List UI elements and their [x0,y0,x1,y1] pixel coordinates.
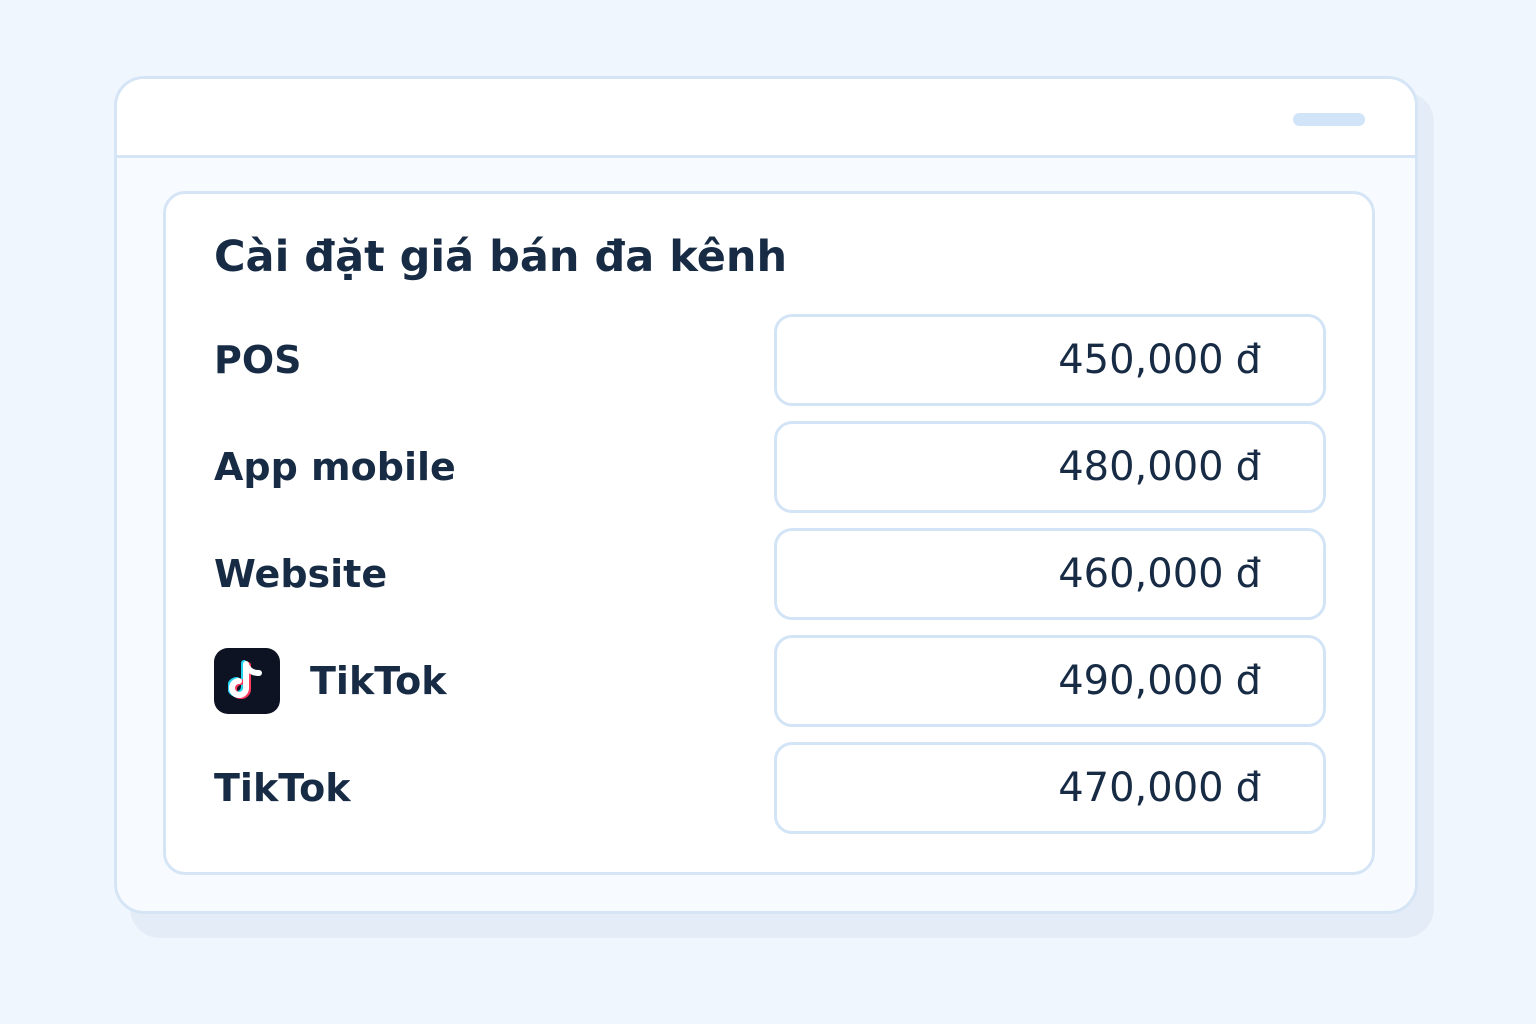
price-value: 460,000 [1058,551,1224,597]
price-input-pos[interactable]: 450,000 đ [774,314,1326,406]
currency-symbol: đ [1235,551,1261,597]
channel-row-pos: POS 450,000 đ [166,314,1372,406]
channel-row-website: Website 460,000 đ [166,528,1372,620]
currency-symbol: đ [1235,444,1261,490]
channel-label-tiktok-with-icon: TikTok [214,635,446,727]
channel-label-website: Website [214,552,388,596]
window-titlebar [117,79,1415,158]
price-input-app-mobile[interactable]: 480,000 đ [774,421,1326,513]
window-control-bar[interactable] [1293,113,1365,126]
price-value: 470,000 [1058,765,1224,811]
channel-label-tiktok: TikTok [310,659,447,703]
channel-price-list: POS 450,000 đ App mobile 480,000 đ Website… [166,314,1372,849]
channel-label-app-mobile: App mobile [214,445,456,489]
price-value: 490,000 [1058,658,1224,704]
currency-symbol: đ [1235,765,1261,811]
channel-row-tiktok-with-icon: TikTok 490,000 đ [166,635,1372,727]
app-window: Cài đặt giá bán đa kênh POS 450,000 đ App… [114,76,1418,914]
price-input-tiktok[interactable]: 470,000 đ [774,742,1326,834]
channel-row-tiktok: TikTok 470,000 đ [166,742,1372,834]
multichannel-price-card: Cài đặt giá bán đa kênh POS 450,000 đ App… [163,191,1375,875]
channel-row-app-mobile: App mobile 480,000 đ [166,421,1372,513]
currency-symbol: đ [1235,658,1261,704]
channel-label-tiktok: TikTok [214,766,351,810]
channel-label-pos: POS [214,338,302,382]
price-input-website[interactable]: 460,000 đ [774,528,1326,620]
tiktok-logo-icon [214,648,280,714]
currency-symbol: đ [1235,337,1261,383]
price-value: 480,000 [1058,444,1224,490]
price-input-tiktok-with-icon[interactable]: 490,000 đ [774,635,1326,727]
page-title: Cài đặt giá bán đa kênh [214,232,788,282]
price-value: 450,000 [1058,337,1224,383]
